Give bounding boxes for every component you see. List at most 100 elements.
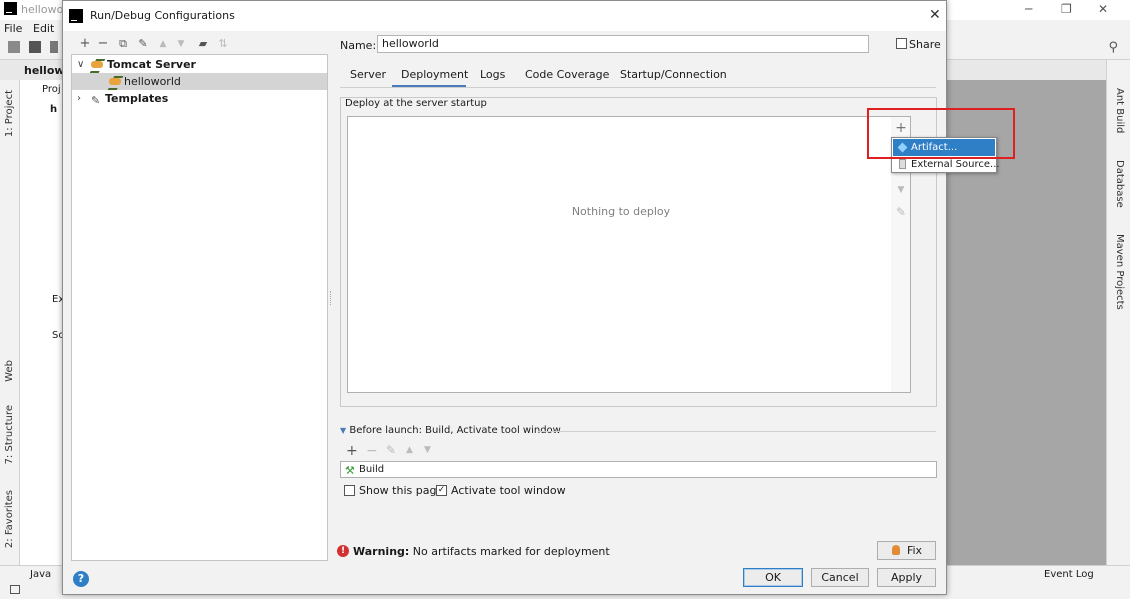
- ok-button[interactable]: OK: [743, 568, 803, 587]
- dialog-title-bar: Run/Debug Configurations ✕: [63, 1, 946, 31]
- annotation-highlight-box: [867, 108, 1015, 159]
- menu-edit[interactable]: Edit: [33, 22, 54, 35]
- name-label: Name:: [340, 39, 377, 52]
- ide-window-title: hellowor: [21, 3, 68, 16]
- tree-item-label: helloworld: [124, 75, 181, 88]
- ide-menu-bar: File Edit: [0, 20, 62, 36]
- chevron-right-icon[interactable]: ›: [77, 90, 81, 107]
- tab-favorites[interactable]: 2: Favorites: [4, 490, 15, 548]
- tab-web[interactable]: Web: [4, 360, 15, 382]
- apply-button[interactable]: Apply: [877, 568, 936, 587]
- ide-breadcrumb: hellowo: [0, 60, 72, 80]
- tomcat-icon: [90, 59, 104, 70]
- tree-item-helloworld[interactable]: helloworld: [72, 73, 327, 90]
- tab-maven-projects[interactable]: Maven Projects: [1114, 234, 1125, 310]
- activate-tool-window-label: Activate tool window: [451, 484, 566, 497]
- share-checkbox[interactable]: [896, 38, 907, 49]
- warning-text: No artifacts marked for deployment: [412, 545, 610, 558]
- sync-icon[interactable]: [50, 41, 58, 53]
- open-folder-icon[interactable]: [8, 41, 20, 53]
- lightbulb-icon: [892, 545, 900, 555]
- panel-splitter[interactable]: [330, 291, 332, 305]
- external-source-icon: [899, 159, 906, 169]
- tree-group-tomcat-server[interactable]: ∨ Tomcat Server: [72, 56, 327, 73]
- save-all-icon[interactable]: [29, 41, 41, 53]
- cancel-button[interactable]: Cancel: [811, 568, 869, 587]
- remove-task-icon[interactable]: −: [366, 443, 378, 459]
- add-task-icon[interactable]: +: [346, 443, 358, 459]
- intellij-logo-icon: [69, 9, 83, 23]
- project-item[interactable]: h: [50, 104, 57, 115]
- search-everywhere-icon[interactable]: ⚲: [1108, 40, 1118, 55]
- activate-tool-window-checkbox[interactable]: ✓: [436, 485, 447, 496]
- editor-tabs-bar: [946, 60, 1106, 80]
- remove-configuration-icon[interactable]: −: [95, 35, 111, 53]
- tab-divider: [340, 87, 936, 88]
- tab-deployment[interactable]: Deployment: [401, 68, 468, 81]
- dialog-close-icon[interactable]: ✕: [929, 7, 941, 23]
- move-down-icon[interactable]: ▼: [424, 445, 431, 455]
- window-close-icon[interactable]: ✕: [1098, 2, 1108, 16]
- task-build[interactable]: Build: [359, 464, 384, 475]
- deploy-group-title: Deploy at the server startup: [345, 98, 491, 109]
- before-launch-title: Before launch: Build, Activate tool wind…: [349, 425, 561, 436]
- left-tool-strip: 1: Project Web 7: Structure 2: Favorites: [0, 80, 20, 565]
- tab-ant-build[interactable]: Ant Build: [1114, 88, 1125, 133]
- status-toggle-icon[interactable]: [10, 585, 20, 594]
- warning-prefix: Warning:: [353, 545, 410, 558]
- run-debug-configurations-dialog: Run/Debug Configurations ✕ + − ⧉ ✎ ▲ ▼ ▰…: [62, 0, 1015, 595]
- tree-group-label: Templates: [105, 92, 169, 105]
- tab-database[interactable]: Database: [1114, 160, 1125, 208]
- fix-button[interactable]: Fix: [877, 541, 936, 560]
- move-up-icon[interactable]: ▲: [406, 445, 413, 455]
- warning-icon: !: [337, 545, 349, 557]
- sort-icon[interactable]: ⇅: [215, 35, 231, 53]
- move-down-icon[interactable]: ▼: [173, 35, 189, 53]
- right-tool-strip: Ant Build Database Maven Projects: [1106, 60, 1130, 565]
- restore-icon[interactable]: ❐: [1061, 2, 1072, 16]
- copy-configuration-icon[interactable]: ⧉: [115, 35, 131, 53]
- move-up-icon[interactable]: ▲: [155, 35, 171, 53]
- add-configuration-icon[interactable]: +: [77, 35, 93, 53]
- tab-structure[interactable]: 7: Structure: [4, 405, 15, 464]
- configurations-tree: ∨ Tomcat Server helloworld › ✎ Templates: [71, 54, 328, 561]
- chevron-down-icon: ▼: [340, 426, 347, 435]
- folder-icon[interactable]: ▰: [195, 35, 211, 53]
- intellij-logo-icon: [4, 2, 17, 15]
- tomcat-icon: [108, 76, 122, 87]
- configuration-name-input[interactable]: helloworld: [377, 35, 869, 53]
- tree-group-label: Tomcat Server: [107, 58, 196, 71]
- chevron-down-icon[interactable]: ∨: [77, 56, 84, 73]
- project-panel: Proj h Ex Sc: [20, 80, 64, 565]
- tab-server[interactable]: Server: [350, 68, 386, 81]
- build-hammer-icon: ⚒: [345, 464, 355, 477]
- help-icon[interactable]: ?: [73, 571, 89, 587]
- deploy-list[interactable]: Nothing to deploy: [347, 116, 893, 393]
- deploy-empty-text: Nothing to deploy: [571, 205, 671, 218]
- fix-label: Fix: [906, 544, 923, 557]
- move-down-icon[interactable]: ▼: [894, 185, 908, 195]
- tree-group-templates[interactable]: › ✎ Templates: [72, 90, 327, 107]
- popup-item-label: External Source...: [911, 159, 1000, 170]
- event-log-tab[interactable]: Event Log: [1044, 569, 1094, 580]
- before-launch-task-list: ⚒ Build: [340, 461, 937, 478]
- status-java-tab[interactable]: Java: [30, 569, 51, 580]
- dialog-title: Run/Debug Configurations: [90, 9, 235, 22]
- wrench-icon: ✎: [91, 94, 101, 107]
- tab-startup-connection[interactable]: Startup/Connection: [620, 68, 727, 81]
- menu-file[interactable]: File: [4, 22, 22, 35]
- warning-message: Warning: No artifacts marked for deploym…: [353, 545, 610, 558]
- tab-code-coverage[interactable]: Code Coverage: [525, 68, 609, 81]
- share-label: Share: [909, 38, 941, 51]
- tab-logs[interactable]: Logs: [480, 68, 505, 81]
- edit-icon[interactable]: ✎: [894, 205, 908, 219]
- show-page-checkbox[interactable]: [344, 485, 355, 496]
- show-page-label: Show this page: [359, 484, 444, 497]
- before-launch-header[interactable]: ▼ Before launch: Build, Activate tool wi…: [340, 425, 561, 436]
- edit-defaults-icon[interactable]: ✎: [135, 35, 151, 53]
- before-launch-divider: [538, 431, 936, 432]
- edit-task-icon[interactable]: ✎: [386, 443, 396, 457]
- project-item[interactable]: Proj: [42, 84, 61, 95]
- minimize-icon[interactable]: ─: [1025, 2, 1032, 16]
- tab-project[interactable]: 1: Project: [4, 90, 15, 137]
